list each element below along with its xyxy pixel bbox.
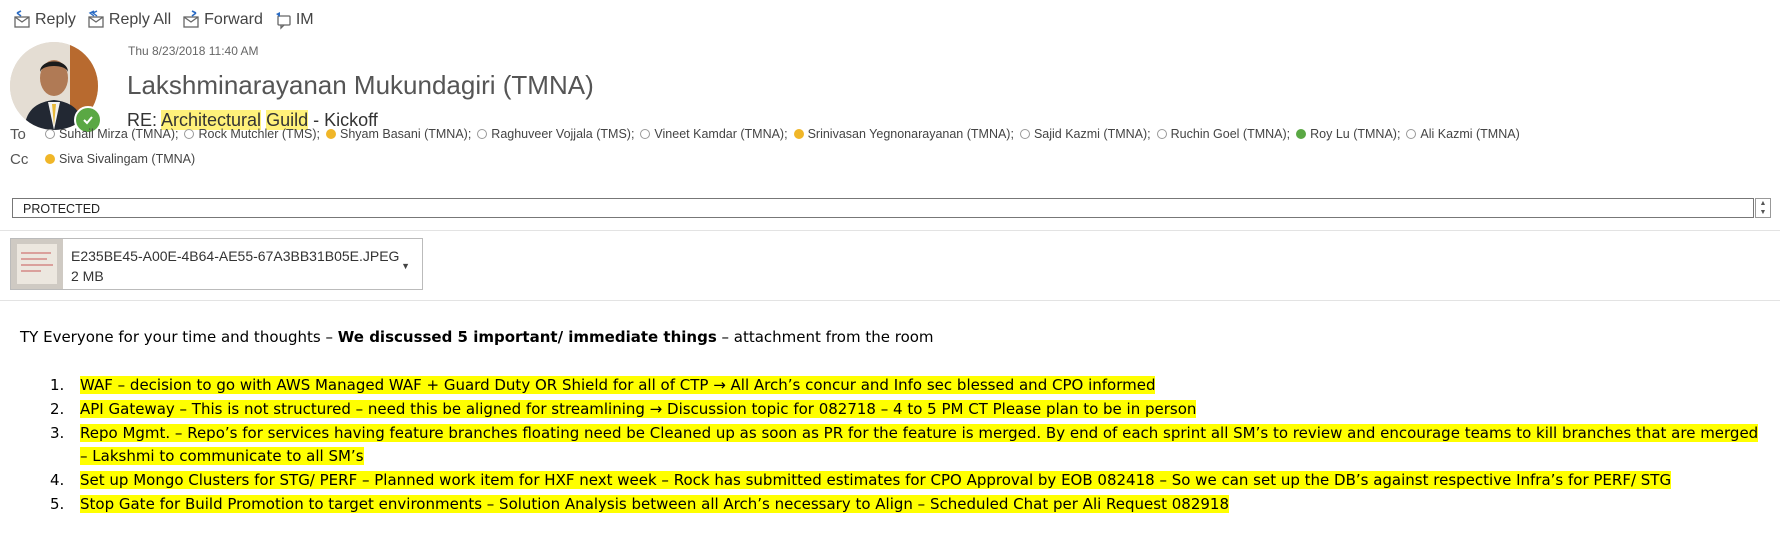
message-toolbar: Reply Reply All Forward IM [12, 10, 314, 30]
forward-label: Forward [204, 11, 263, 28]
attachment-size: 2 MB [71, 268, 104, 284]
list-item: 3. Repo Mgmt. – Repo’s for services havin… [50, 422, 1760, 468]
recipient-name: Vineet Kamdar (TMNA); [654, 127, 788, 141]
sender-name[interactable]: Lakshminarayanan Mukundagiri (TMNA) [127, 70, 594, 101]
presence-offline-icon [1156, 129, 1167, 139]
presence-offline-icon [184, 129, 195, 139]
attachment-filename: E235BE45-A00E-4B64-AE55-67A3BB31B05E.JPE… [71, 248, 400, 264]
intro-text-end: – attachment from the room [716, 328, 934, 346]
list-number: 1. [50, 376, 65, 394]
forward-button[interactable]: Forward [181, 10, 263, 30]
intro-text: TY Everyone for your time and thoughts – [20, 328, 338, 346]
instant-message-icon [275, 12, 291, 30]
recipient-name: Ruchin Goel (TMNA); [1170, 127, 1291, 141]
recipient-name: Rock Mutchler (TMS); [198, 127, 321, 141]
action-items-list: 1. WAF – decision to go with AWS Managed … [50, 374, 1760, 517]
im-button[interactable]: IM [273, 10, 314, 30]
recipient[interactable]: Roy Lu (TMNA); [1296, 127, 1400, 141]
message-intro: TY Everyone for your time and thoughts –… [20, 328, 934, 346]
reply-all-label: Reply All [108, 11, 172, 28]
to-label: To [10, 126, 26, 143]
recipient[interactable]: Shyam Basani (TMNA); [326, 127, 471, 141]
presence-away-icon [45, 154, 55, 164]
reply-icon [14, 10, 30, 28]
list-number: 3. [50, 424, 65, 442]
list-item: 5. Stop Gate for Build Promotion to targe… [50, 493, 1760, 516]
list-item: 2. API Gateway – This is not structured –… [50, 398, 1760, 421]
forward-icon [183, 10, 199, 28]
recipient[interactable]: Suhail Mirza (TMNA); [45, 127, 178, 141]
list-text: API Gateway – This is not structured – n… [80, 400, 1197, 418]
divider [0, 230, 1780, 231]
presence-away-icon [793, 129, 804, 139]
presence-offline-icon [1019, 129, 1030, 139]
presence-online-icon [1296, 129, 1307, 139]
recipient-name: Ali Kazmi (TMNA) [1420, 127, 1520, 141]
recipient[interactable]: Srinivasan Yegnonarayanan (TMNA); [793, 127, 1014, 141]
recipient[interactable]: Sajid Kazmi (TMNA); [1019, 127, 1151, 141]
recipient[interactable]: Rock Mutchler (TMS); [184, 127, 320, 141]
recipient-name: Sajid Kazmi (TMNA); [1033, 127, 1151, 141]
attachment-thumbnail [11, 239, 63, 289]
recipient[interactable]: Siva Sivalingam (TMNA) [45, 152, 195, 166]
list-text: Stop Gate for Build Promotion to target … [80, 495, 1230, 513]
attachment-card[interactable]: E235BE45-A00E-4B64-AE55-67A3BB31B05E.JPE… [10, 238, 423, 290]
divider [0, 300, 1780, 301]
presence-offline-icon [640, 129, 651, 139]
im-label: IM [295, 11, 314, 28]
recipient-name: Raghuveer Vojjala (TMS); [491, 127, 635, 141]
presence-offline-icon [45, 129, 55, 139]
recipient[interactable]: Vineet Kamdar (TMNA); [640, 127, 788, 141]
cc-recipients: Siva Sivalingam (TMNA) [45, 152, 201, 166]
list-number: 5. [50, 495, 65, 513]
presence-offline-icon [1406, 129, 1417, 139]
reply-button[interactable]: Reply [12, 10, 76, 30]
recipient[interactable]: Ruchin Goel (TMNA); [1156, 127, 1291, 141]
list-number: 2. [50, 400, 65, 418]
recipient-name: Srinivasan Yegnonarayanan (TMNA); [807, 127, 1014, 141]
recipient-name: Shyam Basani (TMNA); [340, 127, 472, 141]
intro-bold: We discussed 5 important/ immediate thin… [337, 328, 717, 346]
list-item: 1. WAF – decision to go with AWS Managed … [50, 374, 1760, 397]
recipient-name: Siva Sivalingam (TMNA) [59, 152, 196, 166]
chevron-down-icon[interactable]: ▼ [401, 261, 410, 271]
recipient-name: Suhail Mirza (TMNA); [59, 127, 179, 141]
presence-away-icon [326, 129, 337, 139]
reply-all-icon [88, 10, 104, 28]
cc-label: Cc [10, 151, 29, 168]
presence-offline-icon [477, 129, 488, 139]
list-text: WAF – decision to go with AWS Managed WA… [80, 376, 1156, 394]
recipient[interactable]: Raghuveer Vojjala (TMS); [477, 127, 634, 141]
list-number: 4. [50, 471, 65, 489]
classification-field[interactable]: PROTECTED [12, 198, 1754, 218]
sent-date: Thu 8/23/2018 11:40 AM [128, 44, 259, 58]
recipient[interactable]: Ali Kazmi (TMNA) [1406, 127, 1520, 141]
reply-label: Reply [35, 11, 76, 28]
recipient-name: Roy Lu (TMNA); [1310, 127, 1401, 141]
to-recipients: Suhail Mirza (TMNA); Rock Mutchler (TMS);… [45, 127, 1526, 141]
list-item: 4. Set up Mongo Clusters for STG/ PERF – … [50, 469, 1760, 492]
list-text: Repo Mgmt. – Repo’s for services having … [80, 424, 1759, 465]
reply-all-button[interactable]: Reply All [86, 10, 171, 30]
list-text: Set up Mongo Clusters for STG/ PERF – Pl… [80, 471, 1672, 489]
classification-scroll[interactable]: ▲ ▼ [1755, 198, 1771, 218]
